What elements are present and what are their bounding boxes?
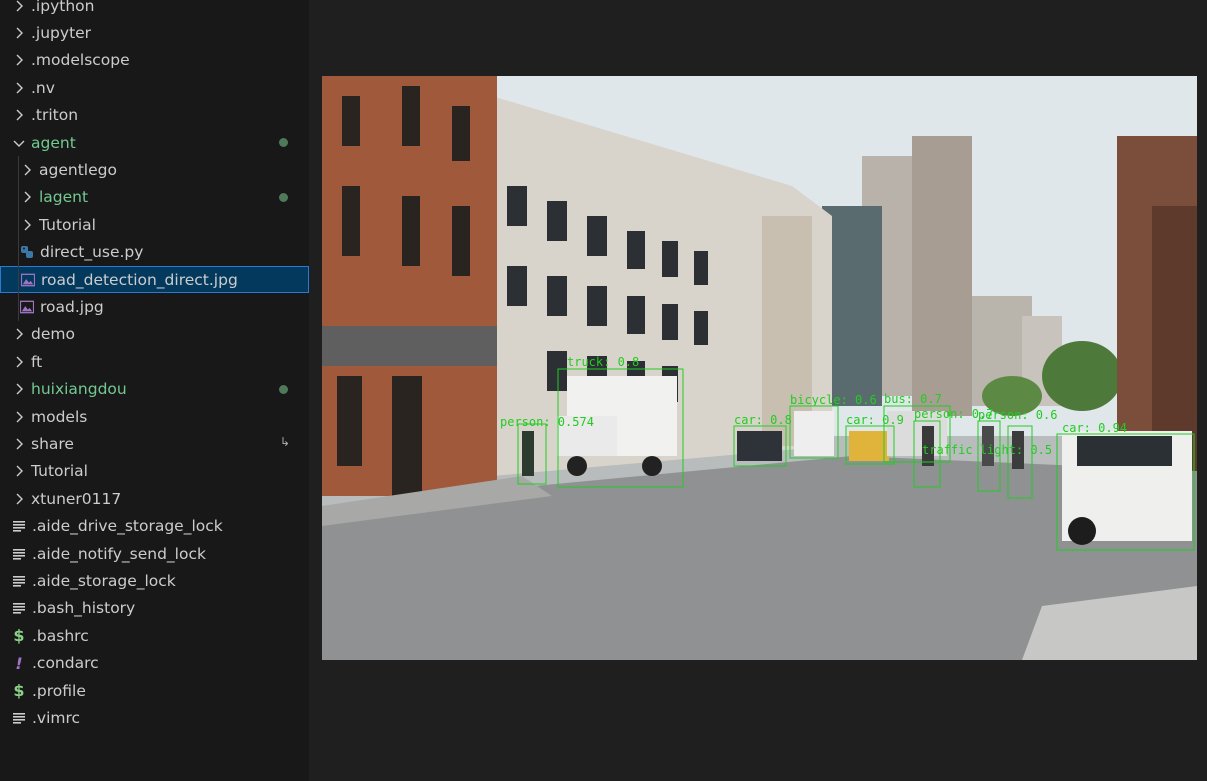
tree-folder[interactable]: .triton <box>0 102 309 129</box>
tree-item-label: Tutorial <box>31 462 88 481</box>
tree-file[interactable]: road_detection_direct.jpg <box>0 266 309 293</box>
chevron-right-icon[interactable] <box>12 27 26 39</box>
chevron-right-icon[interactable] <box>20 219 34 231</box>
text-file-icon <box>12 573 26 589</box>
image-file-icon <box>20 299 34 315</box>
explorer-sidebar: .ipython .jupyter .modelscope .nv .triton age… <box>0 0 309 781</box>
tree-item-label: .profile <box>32 681 86 700</box>
detection-label: car: 0.8 <box>734 413 792 427</box>
tree-folder[interactable]: ft <box>0 348 309 375</box>
chevron-down-icon[interactable] <box>12 138 26 148</box>
tree-item-label: .bash_history <box>32 599 136 618</box>
tree-item-label: .aide_storage_lock <box>32 571 176 590</box>
tree-folder[interactable]: .modelscope <box>0 47 309 74</box>
tree-item-label: xtuner0117 <box>31 489 122 508</box>
chevron-right-icon[interactable] <box>12 109 26 121</box>
tree-file[interactable]: .vimrc <box>0 704 309 731</box>
tree-item-label: .jupyter <box>31 23 92 42</box>
image-preview[interactable]: person: 0.574 truck: 0.8 car: 0.8 bicycle: … <box>322 76 1197 660</box>
detection-label: person: 0.6 <box>978 408 1057 422</box>
detection-label: bicycle: 0.6 <box>790 393 877 407</box>
chevron-right-icon[interactable] <box>12 82 26 94</box>
modified-dot <box>279 192 288 202</box>
chevron-right-icon[interactable] <box>20 191 34 203</box>
chevron-right-icon[interactable] <box>12 411 26 423</box>
tree-item-label: Tutorial <box>39 215 96 234</box>
tree-item-label: agentlego <box>39 160 117 179</box>
tree-folder[interactable]: .jupyter <box>0 19 309 46</box>
detection-label: truck: 0.8 <box>567 355 639 369</box>
tree-item-label: .ipython <box>31 0 95 15</box>
tree-item-label: .nv <box>31 78 55 97</box>
tree-item-label: .condarc <box>32 654 99 673</box>
tree-folder[interactable]: demo <box>0 321 309 348</box>
tree-item-label: .modelscope <box>31 51 130 70</box>
tree-item-label: road.jpg <box>40 297 104 316</box>
modified-dot <box>279 138 288 147</box>
road-detection-image: person: 0.574 truck: 0.8 car: 0.8 bicycle: … <box>322 76 1197 660</box>
tree-file[interactable]: .bash_history <box>0 595 309 622</box>
tree-file[interactable]: direct_use.py <box>0 239 309 266</box>
tree-folder[interactable]: .ipython <box>0 0 309 19</box>
tree-item-label: direct_use.py <box>40 243 144 262</box>
chevron-right-icon[interactable] <box>12 0 26 12</box>
tree-folder[interactable]: Tutorial <box>0 211 309 238</box>
symlink-icon: ↳ <box>279 435 290 450</box>
text-file-icon <box>12 600 26 616</box>
chevron-right-icon[interactable] <box>12 383 26 395</box>
chevron-right-icon[interactable] <box>12 465 26 477</box>
dollar-icon: $ <box>13 626 25 646</box>
tree-item-label: demo <box>31 325 75 344</box>
tree-item-label: .triton <box>31 106 79 125</box>
tree-file[interactable]: .aide_storage_lock <box>0 567 309 594</box>
chevron-right-icon[interactable] <box>12 493 26 505</box>
tree-folder[interactable]: xtuner0117 <box>0 485 309 512</box>
tree-item-label: .vimrc <box>32 708 81 727</box>
modified-dot <box>279 384 288 394</box>
tree-folder[interactable]: huixiangdou <box>0 376 309 403</box>
chevron-right-icon[interactable] <box>12 356 26 368</box>
chevron-right-icon[interactable] <box>12 438 26 450</box>
tree-file[interactable]: ! .condarc <box>0 650 309 677</box>
tree-item-label: ft <box>31 352 43 371</box>
tree-item-label: .aide_notify_send_lock <box>32 544 206 563</box>
tree-item-label: road_detection_direct.jpg <box>41 270 238 289</box>
tree-folder[interactable]: .nv <box>0 74 309 101</box>
detection-label: traffic light: 0.5 <box>922 443 1052 457</box>
tree-item-label: lagent <box>39 188 89 207</box>
tree-item-label: .aide_drive_storage_lock <box>32 517 223 536</box>
tree-item-label: huixiangdou <box>31 380 127 399</box>
tree-item-label: agent <box>31 133 76 152</box>
chevron-right-icon[interactable] <box>12 328 26 340</box>
chevron-right-icon[interactable] <box>12 54 26 66</box>
python-icon <box>20 244 34 260</box>
tree-item-label: .bashrc <box>32 626 89 645</box>
tree-item-label: share <box>31 434 74 453</box>
tree-folder[interactable]: lagent <box>0 184 309 211</box>
tree-item-label: models <box>31 407 88 426</box>
tree-file[interactable]: .aide_drive_storage_lock <box>0 513 309 540</box>
chevron-right-icon[interactable] <box>20 164 34 176</box>
detection-label: car: 0.9 <box>846 413 904 427</box>
tree-folder[interactable]: agent <box>0 129 309 156</box>
tree-folder[interactable]: share ↳ <box>0 430 309 457</box>
dollar-icon: $ <box>13 681 25 700</box>
indent-guide <box>18 156 19 321</box>
text-file-icon <box>12 546 26 562</box>
detection-label: car: 0.94 <box>1062 421 1127 435</box>
exclamation-icon: ! <box>15 653 23 673</box>
tree-folder[interactable]: Tutorial <box>0 458 309 485</box>
tree-file[interactable]: $ .bashrc <box>0 622 309 649</box>
detection-label: bus: 0.7 <box>884 392 942 406</box>
tree-folder[interactable]: agentlego <box>0 156 309 183</box>
text-file-icon <box>12 518 26 534</box>
image-file-icon <box>21 272 35 288</box>
tree-file[interactable]: $ .profile <box>0 677 309 704</box>
tree-folder[interactable]: models <box>0 403 309 430</box>
detection-label: person: 0.574 <box>500 415 594 429</box>
tree-file[interactable]: road.jpg <box>0 293 309 320</box>
text-file-icon <box>12 710 26 726</box>
tree-file[interactable]: .aide_notify_send_lock <box>0 540 309 567</box>
